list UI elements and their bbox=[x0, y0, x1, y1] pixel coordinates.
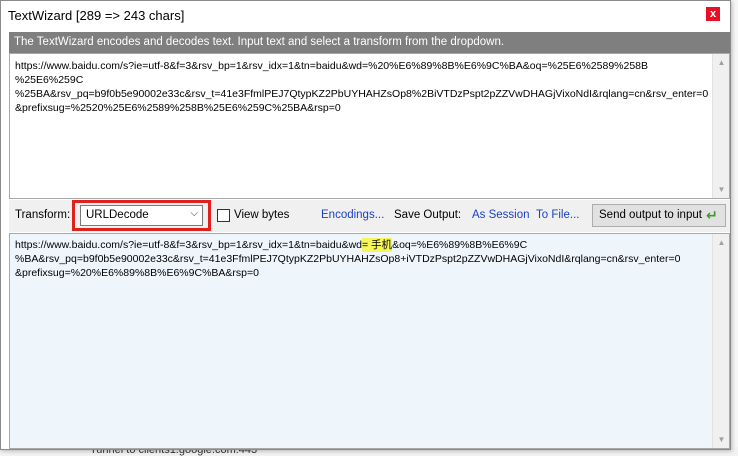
chevron-down-icon: ⌵ bbox=[190, 208, 198, 219]
transform-label: Transform: bbox=[15, 209, 71, 221]
background-app-right-edge bbox=[730, 0, 738, 456]
input-text[interactable]: https://www.baidu.com/s?ie=utf-8&f=3&rsv… bbox=[15, 59, 712, 115]
title-bar[interactable]: TextWizard [289 => 243 chars] x bbox=[1, 1, 730, 32]
input-scrollbar[interactable]: ▲ ▼ bbox=[712, 54, 729, 198]
textwizard-window: TextWizard [289 => 243 chars] x The Text… bbox=[0, 0, 731, 450]
save-output-label: Save Output: bbox=[394, 209, 462, 221]
send-output-label: Send output to input bbox=[599, 209, 702, 221]
return-arrow-icon: ↵ bbox=[706, 207, 718, 223]
encodings-link[interactable]: Encodings... bbox=[321, 209, 384, 221]
output-scrollbar[interactable]: ▲ ▼ bbox=[712, 234, 729, 448]
window-title: TextWizard [289 => 243 chars] bbox=[8, 8, 185, 23]
scroll-down-icon[interactable]: ▼ bbox=[713, 431, 730, 448]
output-text-highlight: = 手机 bbox=[362, 238, 393, 252]
scroll-down-icon[interactable]: ▼ bbox=[713, 181, 730, 198]
send-output-to-input-button[interactable]: Send output to input ↵ bbox=[592, 204, 726, 227]
output-text[interactable]: https://www.baidu.com/s?ie=utf-8&f=3&rsv… bbox=[15, 238, 712, 280]
as-session-link[interactable]: As Session bbox=[472, 209, 530, 221]
output-textbox[interactable]: https://www.baidu.com/s?ie=utf-8&f=3&rsv… bbox=[9, 233, 730, 449]
close-button[interactable]: x bbox=[697, 1, 729, 27]
scroll-up-icon[interactable]: ▲ bbox=[713, 234, 730, 251]
transform-dropdown-value: URLDecode bbox=[86, 209, 149, 221]
description-bar: The TextWizard encodes and decodes text.… bbox=[9, 32, 730, 53]
view-bytes-checkbox[interactable] bbox=[217, 209, 230, 222]
scroll-up-icon[interactable]: ▲ bbox=[713, 54, 730, 71]
to-file-link[interactable]: To File... bbox=[536, 209, 579, 221]
input-textbox[interactable]: https://www.baidu.com/s?ie=utf-8&f=3&rsv… bbox=[9, 53, 730, 199]
close-icon: x bbox=[706, 7, 720, 21]
transform-dropdown[interactable]: URLDecode ⌵ bbox=[80, 205, 203, 226]
transform-toolbar: Transform: URLDecode ⌵ View bytes Encodi… bbox=[9, 200, 730, 232]
output-text-before: https://www.baidu.com/s?ie=utf-8&f=3&rsv… bbox=[15, 239, 362, 251]
view-bytes-label[interactable]: View bytes bbox=[234, 209, 289, 221]
